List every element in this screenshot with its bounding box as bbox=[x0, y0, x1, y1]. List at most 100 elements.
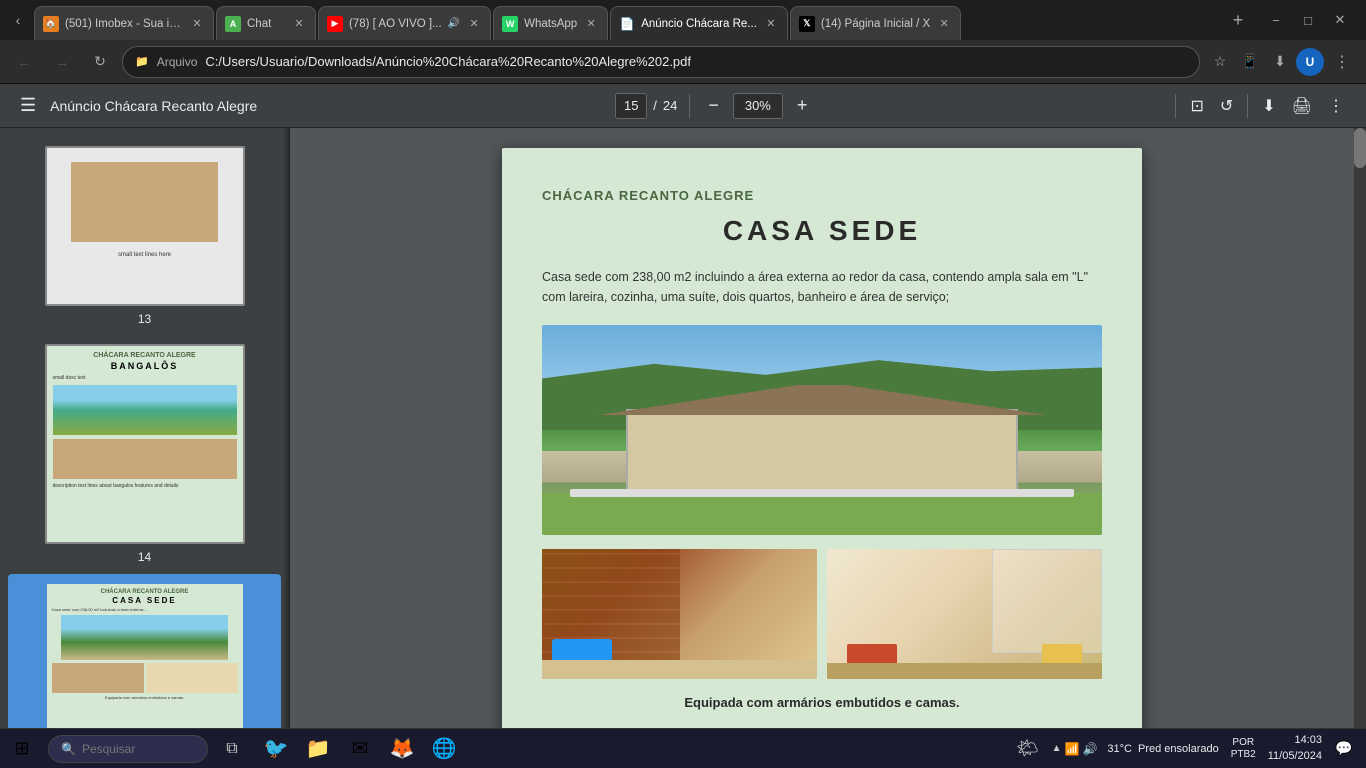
speech-bubble-icon: 💬 bbox=[1335, 740, 1352, 757]
pdf-page-input[interactable] bbox=[615, 93, 647, 119]
clock-date: 11/05/2024 bbox=[1268, 749, 1322, 764]
language-code: PORPTB2 bbox=[1231, 737, 1256, 761]
new-tab-button[interactable]: + bbox=[1224, 6, 1252, 34]
thumbnail-panel[interactable]: small text lines here 13 CHÁCARA RECANTO… bbox=[0, 128, 290, 728]
pdf-zoom-out-button[interactable]: − bbox=[702, 93, 725, 118]
network-icon: 📶 bbox=[1065, 742, 1080, 756]
tab-aovivo-close[interactable]: ✕ bbox=[466, 16, 482, 32]
taskbar-app-firefox[interactable]: 🦊 bbox=[382, 729, 422, 768]
forward-button[interactable]: → bbox=[46, 46, 78, 78]
thumbnail-14[interactable]: CHÁCARA RECANTO ALEGRE BANGALÔS small de… bbox=[8, 336, 281, 572]
tab-aovivo-title: (78) [ AO VIVO ]... bbox=[349, 18, 442, 30]
content-scrollbar[interactable] bbox=[1354, 128, 1366, 728]
tab-imobex[interactable]: 🏠 (501) Imobex - Sua in... ✕ bbox=[34, 6, 214, 40]
url-protocol-icon: 📁 bbox=[135, 55, 149, 68]
thumbnail-15[interactable]: CHÁCARA RECANTO ALEGRE CASA SEDE Casa se… bbox=[8, 574, 281, 728]
taskview-button[interactable]: ⧉ bbox=[212, 729, 252, 768]
tab-whatsapp[interactable]: W WhatsApp ✕ bbox=[493, 6, 608, 40]
clock-time: 14:03 bbox=[1268, 733, 1322, 748]
reload-button[interactable]: ↻ bbox=[84, 46, 116, 78]
pdf-main-title: CASA SEDE bbox=[542, 215, 1102, 247]
thumbnail-14-pagenum: 14 bbox=[138, 550, 151, 564]
url-bar[interactable]: 📁 Arquivo C:/Users/Usuario/Downloads/Anú… bbox=[122, 46, 1200, 78]
pdf-interior-left-image bbox=[542, 549, 817, 679]
taskbar-app-bird[interactable]: 🐦 bbox=[256, 729, 296, 768]
tab-bar: ‹ 🏠 (501) Imobex - Sua in... ✕ A Chat ✕ … bbox=[0, 0, 1366, 40]
panel-resize-handle[interactable] bbox=[283, 128, 289, 728]
pdf-divider-3 bbox=[1247, 94, 1248, 118]
pdf-total-pages: 24 bbox=[663, 98, 677, 113]
url-actions: ☆ 📱 ⬇ U ⋮ bbox=[1206, 46, 1358, 78]
thumbnail-15-image: CHÁCARA RECANTO ALEGRE CASA SEDE Casa se… bbox=[45, 582, 245, 728]
tab-twitter-title: (14) Página Inicial / X bbox=[821, 18, 930, 30]
taskbar-search[interactable]: 🔍 bbox=[48, 735, 208, 763]
thumbnail-13-pagenum: 13 bbox=[138, 312, 151, 326]
tab-pdf[interactable]: 📄 Anúncio Chácara Re... ✕ bbox=[610, 6, 788, 40]
temperature-display: 31°C bbox=[1107, 743, 1132, 755]
tab-imobex-close[interactable]: ✕ bbox=[189, 16, 205, 32]
clock-display[interactable]: 14:03 11/05/2024 bbox=[1264, 731, 1326, 766]
pdf-page-separator: / bbox=[653, 98, 657, 113]
tab-chat[interactable]: A Chat ✕ bbox=[216, 6, 316, 40]
tab-pdf-close[interactable]: ✕ bbox=[763, 16, 779, 32]
pdf-more-button[interactable]: ⋮ bbox=[1322, 92, 1350, 120]
pdf-page: CHÁCARA RECANTO ALEGRE CASA SEDE Casa se… bbox=[502, 148, 1142, 728]
tab-chat-title: Chat bbox=[247, 18, 285, 30]
chevron-up-icon: ▲ bbox=[1052, 743, 1062, 754]
tab-whatsapp-title: WhatsApp bbox=[524, 18, 577, 30]
thumbnail-13[interactable]: small text lines here 13 bbox=[8, 138, 281, 334]
tab-whatsapp-close[interactable]: ✕ bbox=[583, 16, 599, 32]
taskbar-app-mail[interactable]: ✉ bbox=[340, 729, 380, 768]
tab-twitter-favicon: 𝕏 bbox=[799, 16, 815, 32]
download-button[interactable]: ⬇ bbox=[1266, 48, 1294, 76]
system-icons-group[interactable]: ▲ 📶 🔊 bbox=[1048, 740, 1102, 758]
url-protocol-label: Arquivo bbox=[157, 55, 198, 69]
profile-button[interactable]: U bbox=[1296, 48, 1324, 76]
thumbnail-13-image: small text lines here bbox=[45, 146, 245, 306]
tab-chat-close[interactable]: ✕ bbox=[291, 16, 307, 32]
pdf-rotate-button[interactable]: ↺ bbox=[1214, 92, 1239, 120]
bookmark-button[interactable]: ☆ bbox=[1206, 48, 1234, 76]
content-scrollbar-thumb[interactable] bbox=[1354, 128, 1366, 168]
pdf-zoom-input[interactable] bbox=[733, 93, 783, 119]
pdf-description: Casa sede com 238,00 m2 incluindo a área… bbox=[542, 267, 1102, 307]
pdf-toolbar: ☰ Anúncio Chácara Recanto Alegre / 24 − … bbox=[0, 84, 1366, 128]
taskbar: ⊞ 🔍 ⧉ 🐦 📁 bbox=[0, 728, 1366, 768]
weather-icon-tray[interactable]: 🌤 bbox=[1014, 735, 1042, 763]
minimize-button[interactable]: − bbox=[1262, 6, 1290, 34]
tab-aovivo[interactable]: ▶ (78) [ AO VIVO ]... 🔊 ✕ bbox=[318, 6, 491, 40]
tab-twitter-close[interactable]: ✕ bbox=[936, 16, 952, 32]
pdf-toolbar-right: ⊡ ↺ ⬇ 🖨 ⋮ bbox=[1171, 92, 1350, 120]
taskbar-app-chrome[interactable]: 🌐 bbox=[424, 729, 464, 768]
pdf-download-button[interactable]: ⬇ bbox=[1256, 92, 1281, 120]
start-button[interactable]: ⊞ bbox=[0, 729, 44, 768]
language-indicator[interactable]: PORPTB2 bbox=[1227, 735, 1260, 763]
pdf-interior-right-image bbox=[827, 549, 1102, 679]
pdf-divider bbox=[689, 94, 690, 118]
back-button[interactable]: ← bbox=[8, 46, 40, 78]
pdf-interior-images bbox=[542, 549, 1102, 679]
volume-icon: 🔊 bbox=[1082, 742, 1097, 756]
address-bar: ← → ↻ 📁 Arquivo C:/Users/Usuario/Downloa… bbox=[0, 40, 1366, 84]
close-button[interactable]: ✕ bbox=[1326, 6, 1354, 34]
tab-aovivo-audio-icon: 🔊 bbox=[448, 18, 460, 29]
notification-button[interactable]: 💬 bbox=[1330, 735, 1358, 763]
pdf-content-area[interactable]: CHÁCARA RECANTO ALEGRE CASA SEDE Casa se… bbox=[290, 128, 1354, 728]
url-path: C:/Users/Usuario/Downloads/Anúncio%20Chá… bbox=[205, 54, 1187, 69]
pdf-print-button[interactable]: 🖨 bbox=[1286, 92, 1318, 120]
tabs-container: 🏠 (501) Imobex - Sua in... ✕ A Chat ✕ ▶ … bbox=[34, 0, 1222, 40]
browser-menu-button[interactable]: ⋮ bbox=[1326, 46, 1358, 78]
tab-twitter[interactable]: 𝕏 (14) Página Inicial / X ✕ bbox=[790, 6, 961, 40]
pdf-zoom-in-button[interactable]: + bbox=[791, 93, 814, 118]
taskbar-search-input[interactable] bbox=[82, 742, 192, 756]
weather-description: Pred ensolarado bbox=[1138, 743, 1219, 755]
cast-button[interactable]: 📱 bbox=[1236, 48, 1264, 76]
maximize-button[interactable]: □ bbox=[1294, 6, 1322, 34]
pdf-document-title: Anúncio Chácara Recanto Alegre bbox=[50, 98, 257, 114]
pdf-exterior-image bbox=[542, 325, 1102, 535]
pdf-toolbar-center: / 24 − + bbox=[269, 93, 1159, 119]
taskbar-app-explorer[interactable]: 📁 bbox=[298, 729, 338, 768]
tab-scroll-left[interactable]: ‹ bbox=[4, 6, 32, 34]
pdf-fit-button[interactable]: ⊡ bbox=[1184, 92, 1209, 120]
pdf-menu-button[interactable]: ☰ bbox=[16, 91, 40, 120]
